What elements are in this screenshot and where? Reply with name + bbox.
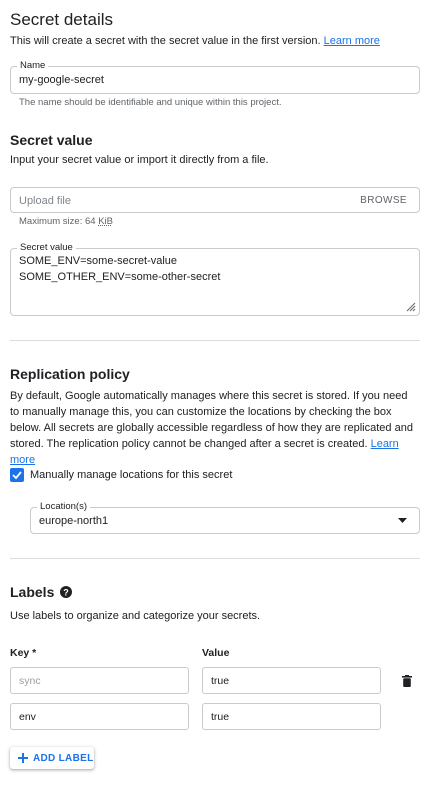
add-label-text: ADD LABEL [33,752,94,764]
secret-value-description: Input your secret value or import it dir… [10,154,269,166]
svg-text:?: ? [63,588,69,598]
manual-locations-label: Manually manage locations for this secre… [30,469,233,481]
help-icon[interactable]: ? [60,586,72,598]
location-select-value: europe-north1 [39,515,109,527]
name-field[interactable]: Name my-google-secret [10,60,420,94]
secret-value-textarea[interactable]: Secret value SOME_ENV=some-secret-value … [10,242,420,316]
plus-icon [18,753,28,763]
manual-locations-checkbox[interactable] [10,468,24,482]
section-divider-1 [10,340,420,341]
secret-value-line-1: SOME_ENV=some-secret-value [19,255,178,267]
max-size-text: Maximum size: 64 [19,216,99,227]
page-description: This will create a secret with the secre… [10,33,380,49]
replication-description: By default, Google automatically manages… [10,388,418,468]
value-column-header: Value [202,647,230,659]
label-key-input-1[interactable]: sync [10,667,189,694]
replication-description-text: By default, Google automatically manages… [10,390,413,450]
upload-file-field[interactable]: Upload file BROWSE [10,187,420,213]
secret-value-line-2: SOME_OTHER_ENV=some-other-secret [19,271,221,283]
label-value-input-2[interactable]: true [202,703,381,730]
secret-value-textarea-label: Secret value [17,242,76,253]
label-key-input-2[interactable]: env [10,703,189,730]
page-description-text: This will create a secret with the secre… [10,35,321,47]
upload-file-placeholder: Upload file [19,195,71,207]
key-column-header: Key * [10,647,37,659]
name-field-value: my-google-secret [19,74,104,86]
dropdown-arrow-icon [398,518,407,523]
secret-value-title: Secret value [10,132,93,148]
label-value-input-1[interactable]: true [202,667,381,694]
add-label-button[interactable]: ADD LABEL [10,747,94,769]
labels-description: Use labels to organize and categorize yo… [10,610,261,622]
replication-title: Replication policy [10,366,130,382]
max-size-unit: KiB [98,216,113,227]
location-select-label: Location(s) [37,501,90,512]
section-divider-2 [10,558,420,559]
max-size-hint: Maximum size: 64 KiB [19,216,113,227]
name-field-label: Name [17,60,49,71]
labels-title: Labels [10,584,55,600]
learn-more-link[interactable]: Learn more [324,35,380,47]
browse-button[interactable]: BROWSE [360,195,407,206]
page-title: Secret details [10,10,113,29]
name-field-hint: The name should be identifiable and uniq… [19,97,282,108]
resize-handle-icon[interactable] [406,302,416,312]
delete-icon[interactable] [402,675,412,687]
check-icon [12,471,22,480]
location-select[interactable]: Location(s) europe-north1 [30,501,420,534]
